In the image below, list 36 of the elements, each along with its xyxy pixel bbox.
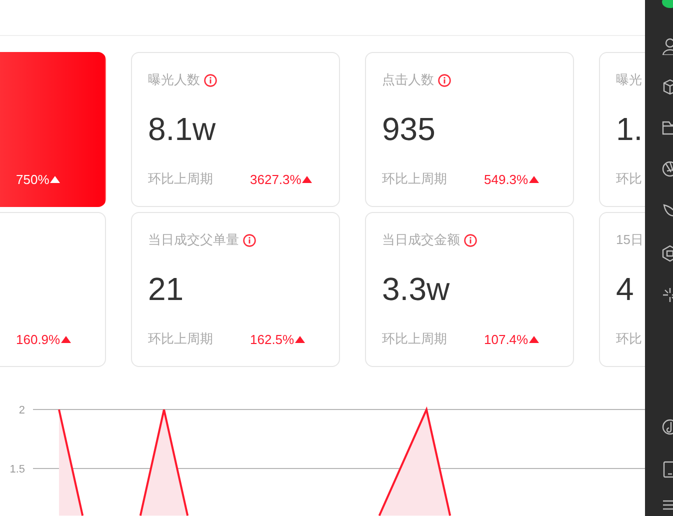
up-triangle-icon <box>302 176 312 182</box>
change-percent: 750% <box>16 172 50 186</box>
info-icon[interactable] <box>243 234 256 246</box>
metric-title: 曝光人数 <box>148 71 200 89</box>
metric-value: 3.3w <box>382 271 450 307</box>
change-percent: 107.4% <box>484 332 528 346</box>
metric-value: 935 <box>382 111 436 147</box>
up-triangle-icon <box>295 336 306 342</box>
up-triangle-icon <box>529 336 540 342</box>
up-triangle-icon <box>529 176 540 182</box>
compare-label: 环比上周期 <box>148 331 213 346</box>
y-tick-label: 2 <box>18 404 25 417</box>
y-tick-label: 1.5 <box>10 464 25 476</box>
compare-label: 环比上周期 <box>148 171 213 186</box>
metric-title: 当日成交金额 <box>382 231 460 249</box>
compare-label: 环比上周期 <box>382 331 447 346</box>
compare-label: 环比上周期 <box>382 171 447 186</box>
compare-label: 环比 <box>616 331 642 346</box>
compare-label: 环比 <box>616 171 642 186</box>
change-percent: 162.5% <box>250 332 294 346</box>
metric-value: 8.1w <box>148 111 216 147</box>
change-percent: 549.3% <box>484 172 528 186</box>
info-icon[interactable] <box>464 234 477 246</box>
change-percent: 3627.3% <box>250 172 302 186</box>
metric-title: 15日 <box>616 231 644 249</box>
metric-value: 4 <box>616 271 634 307</box>
metric-value: 21 <box>148 271 184 307</box>
metric-title: 当日成交父单量 <box>148 231 239 249</box>
metric-value: 1. <box>616 111 643 147</box>
metric-title: 点击人数 <box>382 71 434 89</box>
info-icon[interactable] <box>438 74 451 86</box>
up-triangle-icon <box>50 176 60 182</box>
metric-title: 曝光 <box>616 71 642 89</box>
up-triangle-icon <box>61 336 72 342</box>
change-percent: 160.9% <box>16 332 60 346</box>
info-icon[interactable] <box>204 74 217 86</box>
